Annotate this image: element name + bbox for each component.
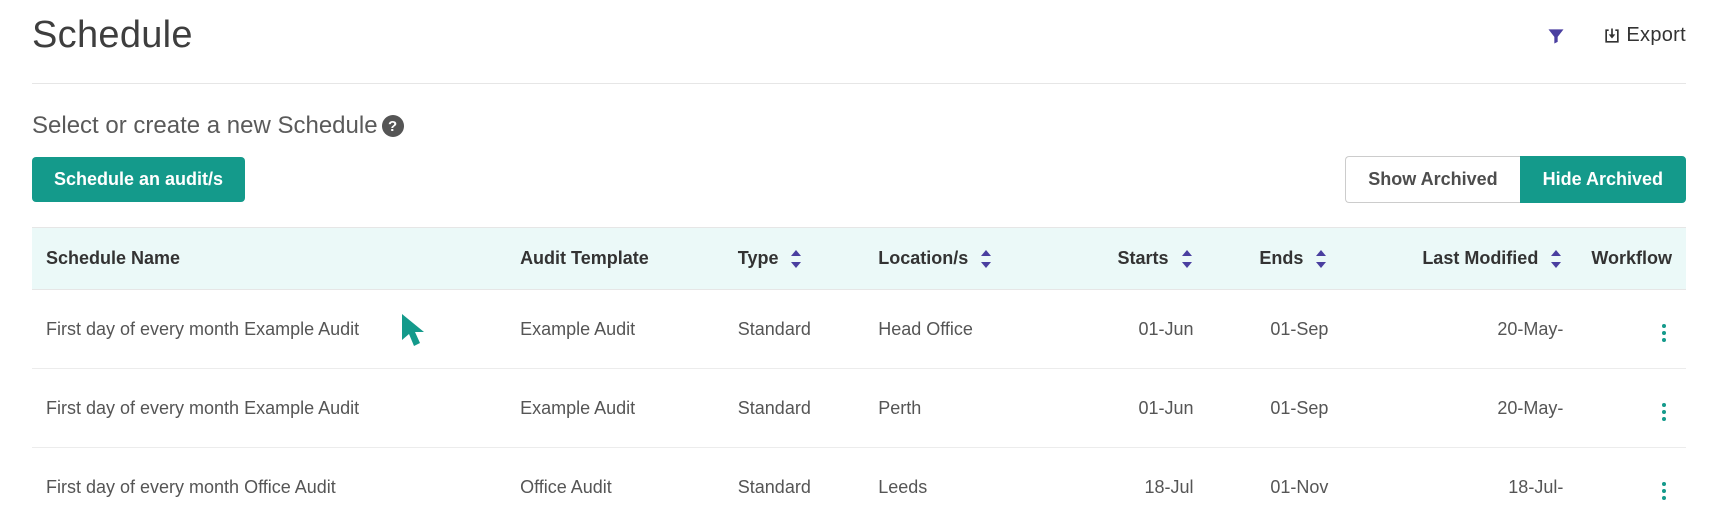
export-label: Export <box>1626 24 1686 47</box>
sort-icon <box>1314 250 1328 268</box>
cell-locations: Head Office <box>864 290 1063 369</box>
cell-type: Standard <box>724 369 864 448</box>
row-menu-icon[interactable] <box>1656 478 1672 504</box>
cell-last-modified: 20-May- <box>1342 369 1577 448</box>
export-button[interactable]: Export <box>1602 24 1686 47</box>
row-menu-icon[interactable] <box>1656 320 1672 346</box>
col-locations[interactable]: Location/s <box>864 228 1063 290</box>
cell-audit-template: Example Audit <box>506 290 724 369</box>
table-row[interactable]: First day of every month Office Audit Of… <box>32 448 1686 526</box>
row-menu-icon[interactable] <box>1656 399 1672 425</box>
cell-audit-template: Office Audit <box>506 448 724 526</box>
col-label: Last Modified <box>1422 248 1538 268</box>
col-audit-template[interactable]: Audit Template <box>506 228 724 290</box>
help-icon[interactable]: ? <box>382 115 404 137</box>
cell-schedule-name: First day of every month Example Audit <box>32 290 506 369</box>
cell-starts: 18-Jul <box>1063 448 1208 526</box>
col-starts[interactable]: Starts <box>1063 228 1208 290</box>
col-label: Schedule Name <box>46 248 180 268</box>
cell-locations: Leeds <box>864 448 1063 526</box>
divider <box>32 83 1686 84</box>
col-ends[interactable]: Ends <box>1208 228 1343 290</box>
filter-icon[interactable] <box>1546 26 1566 46</box>
schedule-audit-button[interactable]: Schedule an audit/s <box>32 157 245 202</box>
sort-icon <box>789 250 803 268</box>
cell-ends: 01-Sep <box>1208 290 1343 369</box>
cell-type: Standard <box>724 290 864 369</box>
cell-locations: Perth <box>864 369 1063 448</box>
sort-icon <box>1549 250 1563 268</box>
cell-starts: 01-Jun <box>1063 369 1208 448</box>
col-label: Type <box>738 248 779 268</box>
cell-ends: 01-Nov <box>1208 448 1343 526</box>
col-label: Starts <box>1118 248 1169 268</box>
col-label: Ends <box>1259 248 1303 268</box>
col-schedule-name[interactable]: Schedule Name <box>32 228 506 290</box>
hide-archived-button[interactable]: Hide Archived <box>1520 156 1686 203</box>
col-last-modified[interactable]: Last Modified <box>1342 228 1577 290</box>
page-title: Schedule <box>32 14 193 57</box>
col-workflow: Workflow <box>1577 228 1686 290</box>
show-archived-button[interactable]: Show Archived <box>1345 156 1519 203</box>
subheading: Select or create a new Schedule <box>32 112 378 140</box>
cell-schedule-name: First day of every month Example Audit <box>32 369 506 448</box>
table-row[interactable]: First day of every month Example Audit E… <box>32 290 1686 369</box>
export-icon <box>1602 26 1622 46</box>
col-label: Audit Template <box>520 248 649 268</box>
archived-toggle: Show Archived Hide Archived <box>1345 156 1686 203</box>
schedule-table: Schedule Name Audit Template Type Locati… <box>32 227 1686 526</box>
col-label: Workflow <box>1591 248 1672 268</box>
cell-starts: 01-Jun <box>1063 290 1208 369</box>
cell-last-modified: 18-Jul- <box>1342 448 1577 526</box>
cell-type: Standard <box>724 448 864 526</box>
col-type[interactable]: Type <box>724 228 864 290</box>
cell-schedule-name: First day of every month Office Audit <box>32 448 506 526</box>
sort-icon <box>1180 250 1194 268</box>
cell-last-modified: 20-May- <box>1342 290 1577 369</box>
table-row[interactable]: First day of every month Example Audit E… <box>32 369 1686 448</box>
cell-audit-template: Example Audit <box>506 369 724 448</box>
col-label: Location/s <box>878 248 968 268</box>
sort-icon <box>979 250 993 268</box>
cell-ends: 01-Sep <box>1208 369 1343 448</box>
